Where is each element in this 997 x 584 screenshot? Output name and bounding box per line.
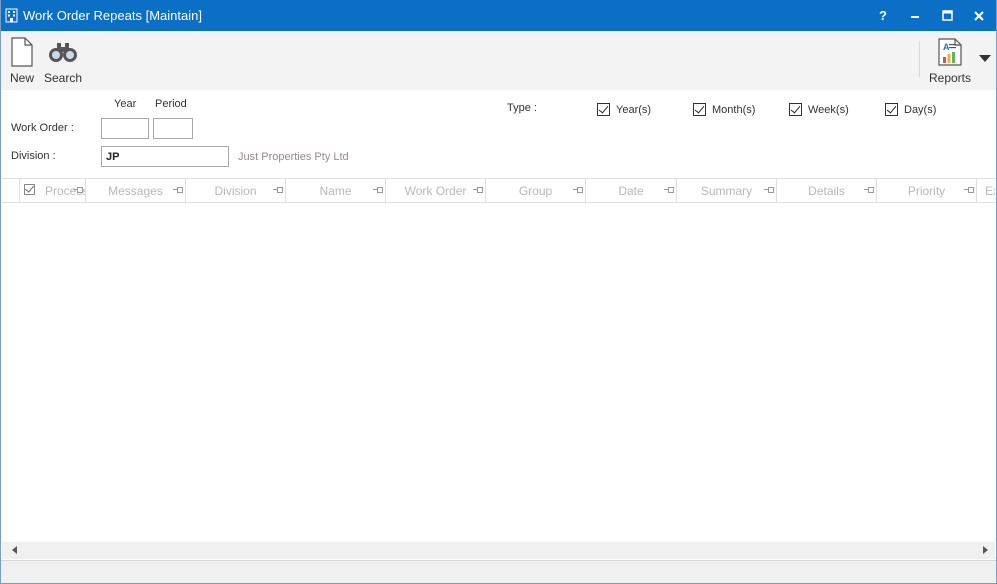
column-header-date[interactable]: Date [586, 179, 677, 202]
type-label: Type : [507, 102, 537, 114]
column-header-summary[interactable]: Summary [677, 179, 777, 202]
select-all-checkbox-cell[interactable] [20, 179, 40, 202]
scroll-right-icon[interactable] [983, 546, 988, 554]
type-years-checkbox[interactable] [597, 103, 610, 116]
column-header-division[interactable]: Division [186, 179, 286, 202]
column-header-name[interactable]: Name [286, 179, 386, 202]
reports-label: Reports [928, 71, 972, 85]
row-selector-header[interactable] [2, 179, 20, 202]
search-button[interactable]: Search [43, 31, 83, 90]
type-days-label: Day(s) [904, 104, 937, 116]
pin-icon[interactable] [764, 187, 774, 193]
work-order-period-input[interactable] [153, 118, 193, 139]
work-order-year-input[interactable] [101, 118, 149, 139]
type-years-label: Year(s) [616, 104, 652, 116]
pin-icon[interactable] [173, 187, 183, 193]
column-header-group[interactable]: Group [486, 179, 586, 202]
period-header: Period [155, 98, 187, 110]
type-months-checkbox[interactable] [693, 103, 706, 116]
pin-icon[interactable] [573, 187, 583, 193]
column-header-process[interactable]: Process [40, 179, 86, 202]
status-bar [1, 560, 996, 583]
grid-header: Process Messages Division Name Work Orde… [2, 179, 995, 203]
pin-icon[interactable] [664, 187, 674, 193]
column-header-work-order[interactable]: Work Order [386, 179, 486, 202]
pin-icon[interactable] [964, 187, 974, 193]
division-label: Division : [11, 150, 56, 162]
svg-text:A: A [943, 42, 950, 52]
close-icon [974, 10, 984, 21]
type-weeks-checkbox[interactable] [789, 103, 802, 116]
column-header-details[interactable]: Details [777, 179, 877, 202]
minimize-button[interactable] [899, 0, 931, 31]
report-icon: A [938, 38, 962, 66]
maximize-button[interactable] [931, 0, 963, 31]
year-header: Year [114, 98, 137, 110]
scroll-left-icon[interactable] [12, 546, 17, 554]
toolbar-overflow-dropdown[interactable] [979, 55, 991, 62]
type-months-label: Month(s) [712, 104, 756, 116]
title-bar: Work Order Repeats [Maintain] ? [0, 0, 997, 31]
division-description: Just Properties Pty Ltd [238, 151, 349, 163]
close-button[interactable] [963, 0, 995, 31]
binoculars-icon [49, 43, 77, 62]
new-button[interactable]: New [8, 31, 36, 90]
search-label: Search [43, 71, 83, 85]
select-all-checkbox[interactable] [24, 184, 35, 195]
pin-icon[interactable] [73, 187, 83, 193]
type-weeks-label: Week(s) [808, 104, 849, 116]
pin-icon[interactable] [273, 187, 283, 193]
column-header-messages[interactable]: Messages [86, 179, 186, 202]
new-label: New [9, 71, 34, 85]
building-icon [5, 8, 18, 23]
pin-icon[interactable] [473, 187, 483, 193]
horizontal-scrollbar[interactable] [2, 542, 995, 559]
window-title: Work Order Repeats [Maintain] [23, 8, 202, 23]
column-header-ex[interactable]: Ex [977, 179, 995, 202]
pin-icon[interactable] [373, 187, 383, 193]
pin-icon[interactable] [864, 187, 874, 193]
reports-button[interactable]: A Reports [927, 31, 973, 90]
division-input[interactable] [101, 146, 229, 167]
minimize-icon [911, 15, 919, 18]
work-order-label: Work Order : [11, 122, 74, 134]
column-header-priority[interactable]: Priority [877, 179, 977, 202]
maximize-icon [941, 10, 953, 21]
toolbar-separator [919, 41, 920, 77]
toolbar: New Search A Reports [1, 31, 996, 90]
results-grid[interactable]: Process Messages Division Name Work Orde… [2, 178, 995, 542]
help-button[interactable]: ? [867, 0, 899, 31]
new-document-icon [11, 37, 33, 67]
type-days-checkbox[interactable] [885, 103, 898, 116]
